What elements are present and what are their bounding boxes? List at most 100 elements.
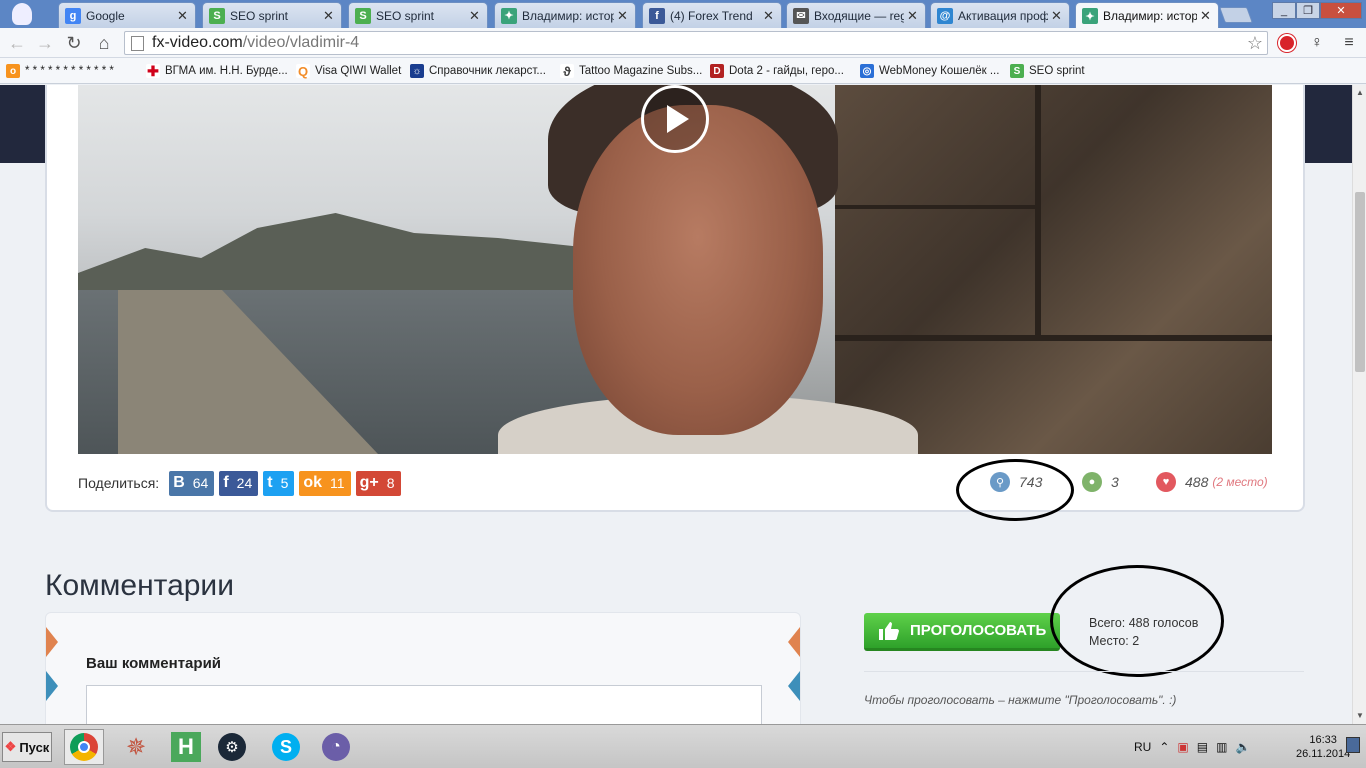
clock[interactable]: 16:33 26.11.2014 — [1296, 733, 1350, 761]
tab-label: Google — [86, 8, 125, 23]
usb-icon[interactable]: ▥ — [1216, 740, 1227, 754]
extension-icon[interactable]: ♀ — [1306, 32, 1328, 54]
tray-expand-icon[interactable]: ⌃ — [1159, 740, 1169, 754]
taskbar: ❖ Пуск ✵ H ⚙ S ◔ RU ⌃ ▣ ▤ ▥ 🔈 16:33 26.1… — [0, 724, 1366, 768]
play-button[interactable] — [641, 85, 709, 153]
bookmark-item[interactable]: Q Visa QIWI Wallet — [296, 62, 401, 80]
language-indicator[interactable]: RU — [1134, 740, 1151, 754]
krita-icon[interactable]: ✵ — [116, 729, 156, 765]
volume-icon[interactable]: 🔈 — [1235, 740, 1250, 754]
share-odnoklassniki-button[interactable]: ok 11 — [299, 470, 351, 496]
bookmark-item[interactable]: ☼ Справочник лекарст... — [410, 62, 546, 80]
steam-icon[interactable]: ⚙ — [212, 729, 252, 765]
bookmark-label: * * * * * * * * * * * * — [25, 65, 114, 77]
share-facebook-button[interactable]: f 24 — [219, 470, 259, 496]
tab-activation[interactable]: @ Активация профи ✕ — [930, 2, 1070, 28]
new-tab-button[interactable] — [1219, 7, 1253, 23]
bookmark-label: Visa QIWI Wallet — [315, 65, 402, 77]
tab-seo-sprint[interactable]: S SEO sprint ✕ — [202, 2, 342, 28]
vote-button[interactable]: ПРОГОЛОСОВАТЬ — [864, 613, 1060, 651]
close-tab-icon[interactable]: ✕ — [323, 8, 335, 24]
bookmark-item[interactable]: о * * * * * * * * * * * * — [6, 62, 114, 80]
fxvideo-icon: ✦ — [501, 7, 517, 24]
bookmark-item[interactable]: S SEO sprint — [1010, 62, 1085, 80]
tab-google[interactable]: g Google ✕ — [58, 2, 196, 28]
address-bar[interactable]: fx-video.com /video/vladimir-4 ☆ — [124, 31, 1268, 55]
vk-icon: В — [173, 474, 185, 491]
device-icon[interactable]: ▤ — [1197, 740, 1208, 754]
tab-vladimir[interactable]: ✦ Владимир: истори ✕ — [494, 2, 636, 28]
tab-seo-sprint-2[interactable]: S SEO sprint ✕ — [348, 2, 488, 28]
tab-label: SEO sprint — [230, 8, 289, 23]
adblock-icon[interactable] — [1276, 32, 1298, 54]
video-player[interactable] — [78, 85, 1272, 454]
mail-icon: ✉ — [793, 7, 809, 24]
bookmark-item[interactable]: D Dota 2 - гайды, геро... — [710, 62, 844, 80]
browser-toolbar: ← → ↻ ⌂ fx-video.com /video/vladimir-4 ☆… — [0, 28, 1366, 58]
start-label: Пуск — [19, 739, 50, 755]
close-tab-icon[interactable]: ✕ — [469, 8, 481, 24]
scroll-up-icon[interactable]: ▲ — [1356, 88, 1364, 97]
qiwi-icon: Q — [296, 63, 310, 79]
minimize-icon[interactable]: _ — [1272, 2, 1296, 19]
google-icon: g — [65, 7, 81, 24]
page-scrollbar[interactable]: ▲ ▼ — [1352, 85, 1366, 724]
close-window-icon[interactable]: ✕ — [1320, 2, 1362, 19]
h-app-icon[interactable]: H — [166, 729, 206, 765]
menu-icon[interactable]: ≡ — [1338, 32, 1360, 54]
bookmark-item[interactable]: ◎ WebMoney Кошелёк ... — [860, 62, 999, 80]
bookmark-label: WebMoney Кошелёк ... — [879, 65, 1000, 77]
bookmark-item[interactable]: ϑ Tattoo Magazine Subs... — [560, 62, 702, 80]
forward-icon[interactable]: → — [34, 32, 56, 54]
torrent-icon[interactable]: ◔ — [316, 729, 356, 765]
vote-hint: Чтобы проголосовать – нажмите "Проголосо… — [864, 693, 1177, 707]
bookmark-label: ВГМА им. Н.Н. Бурде... — [165, 65, 288, 77]
tab-label: SEO sprint — [376, 8, 435, 23]
clock-date: 26.11.2014 — [1296, 748, 1351, 760]
url-host: fx-video.com — [152, 34, 243, 51]
tab-inbox[interactable]: ✉ Входящие — rego ✕ — [786, 2, 926, 28]
close-tab-icon[interactable]: ✕ — [1200, 8, 1212, 24]
tab-label: Активация профи — [958, 8, 1048, 23]
url-path: /video/vladimir-4 — [242, 34, 360, 51]
close-tab-icon[interactable]: ✕ — [763, 8, 775, 24]
seosprint-icon: S — [355, 7, 371, 24]
page-icon — [131, 35, 144, 51]
share-count: 8 — [386, 475, 395, 491]
share-twitter-button[interactable]: t 5 — [263, 470, 295, 496]
close-tab-icon[interactable]: ✕ — [907, 8, 919, 24]
close-tab-icon[interactable]: ✕ — [617, 8, 629, 24]
system-tray: RU ⌃ ▣ ▤ ▥ 🔈 — [1128, 731, 1250, 763]
show-desktop-icon[interactable] — [1346, 737, 1360, 753]
scroll-thumb[interactable] — [1355, 192, 1365, 372]
home-icon[interactable]: ⌂ — [93, 32, 115, 54]
chrome-icon[interactable] — [64, 729, 104, 765]
restore-icon[interactable]: ❐ — [1296, 2, 1320, 19]
comments-stat: ● 3 — [1082, 472, 1119, 492]
reload-icon[interactable]: ↻ — [63, 32, 85, 54]
webmoney-icon: ◎ — [860, 64, 874, 78]
bookmark-star-icon[interactable]: ☆ — [1247, 33, 1263, 54]
heart-icon: ♥ — [1156, 472, 1176, 492]
close-tab-icon[interactable]: ✕ — [1051, 8, 1063, 24]
comment-textarea[interactable] — [86, 685, 762, 724]
tab-label: Владимир: истори — [1103, 9, 1197, 23]
likes-stat[interactable]: ♥ 488 (2 место) — [1156, 472, 1268, 492]
tab-label: Входящие — rego — [814, 8, 904, 23]
bookmark-item[interactable]: ✚ ВГМА им. Н.Н. Бурде... — [146, 62, 288, 80]
network-icon[interactable]: ▣ — [1177, 740, 1188, 754]
skype-icon[interactable]: S — [266, 729, 306, 765]
bookmark-label: SEO sprint — [1029, 65, 1085, 77]
googleplus-icon: g+ — [359, 474, 379, 491]
share-count: 64 — [192, 475, 209, 491]
tab-forex-trend[interactable]: f (4) Forex Trend ✕ — [642, 2, 782, 28]
profile-icon[interactable] — [12, 3, 32, 25]
start-button[interactable]: ❖ Пуск — [2, 732, 52, 762]
close-tab-icon[interactable]: ✕ — [177, 8, 189, 24]
share-vk-button[interactable]: В 64 — [169, 470, 215, 496]
back-icon[interactable]: ← — [6, 32, 28, 54]
tab-vladimir-active[interactable]: ✦ Владимир: истори ✕ — [1075, 2, 1219, 29]
share-googleplus-button[interactable]: g+ 8 — [355, 470, 401, 496]
scroll-down-icon[interactable]: ▼ — [1356, 711, 1364, 720]
share-bar: Поделиться: В 64 f 24 t 5 ok 11 g+ 8 — [78, 470, 406, 496]
